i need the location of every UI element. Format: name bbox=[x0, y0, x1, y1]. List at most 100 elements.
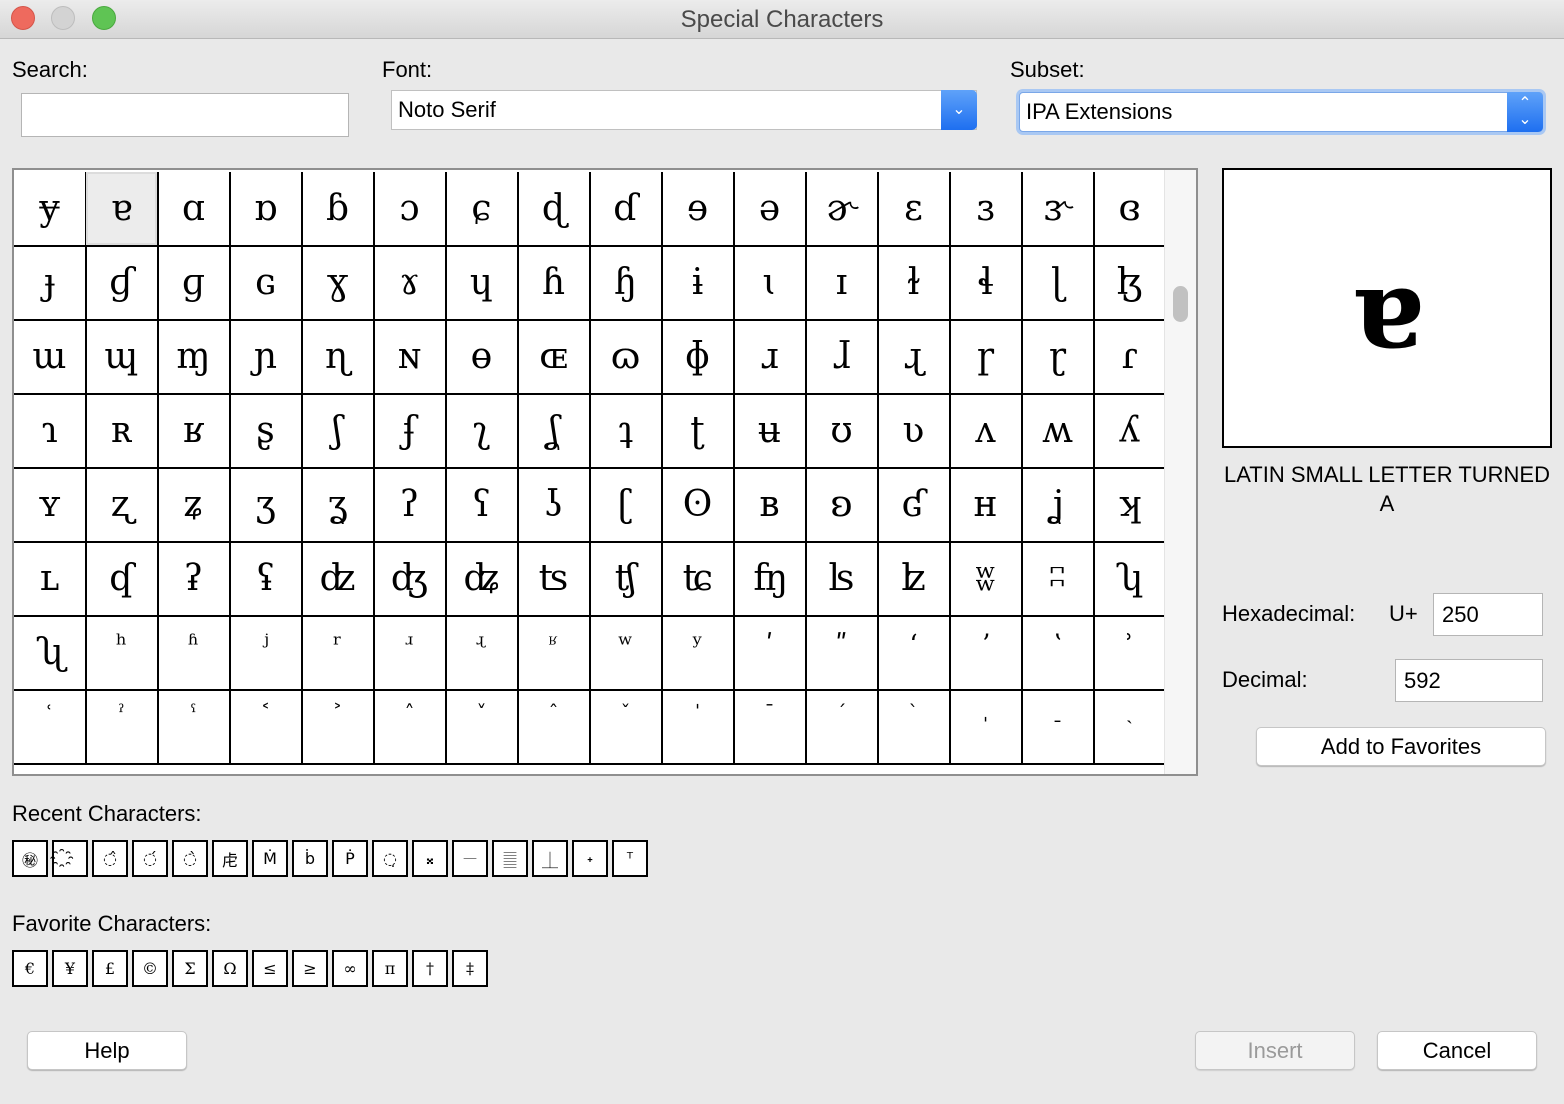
character-cell[interactable]: ʨ bbox=[662, 542, 735, 617]
character-grid[interactable]: ɏɐɑɒɓɔɕɖɗɘəɚɛɜɝɞ ɟɠɡɢɣɤɥɦɧɨɩɪɫɬɭɮ ɯɰɱɲɳɴɵɶ… bbox=[12, 168, 1198, 776]
character-cell[interactable]: ˌ bbox=[950, 690, 1023, 765]
character-cell[interactable]: ʠ bbox=[86, 542, 159, 617]
character-cell[interactable]: ɲ bbox=[230, 320, 303, 395]
character-cell[interactable]: ɐ bbox=[86, 172, 159, 247]
character-cell[interactable]: ʲ bbox=[230, 616, 303, 691]
hex-input[interactable]: 250 bbox=[1433, 593, 1543, 636]
recent-character[interactable]: 𝄖 bbox=[452, 840, 488, 877]
favorite-character[interactable]: Σ bbox=[172, 950, 208, 987]
character-cell[interactable]: ʭ bbox=[1022, 542, 1095, 617]
character-cell[interactable]: ʡ bbox=[158, 542, 231, 617]
character-cell[interactable]: ʦ bbox=[518, 542, 591, 617]
character-cell[interactable]: ʢ bbox=[230, 542, 303, 617]
recent-character[interactable]: ◌̣ bbox=[372, 840, 408, 877]
character-cell[interactable]: ʍ bbox=[1022, 394, 1095, 469]
character-cell[interactable]: ʜ bbox=[950, 468, 1023, 543]
character-cell[interactable]: ʻ bbox=[878, 616, 951, 691]
character-cell[interactable]: ʁ bbox=[158, 394, 231, 469]
character-cell[interactable]: ɒ bbox=[230, 172, 303, 247]
decimal-input[interactable]: 592 bbox=[1395, 659, 1543, 702]
character-cell[interactable]: ˊ bbox=[806, 690, 879, 765]
grid-scrollbar-thumb[interactable] bbox=[1173, 286, 1188, 322]
character-cell[interactable]: ɪ bbox=[806, 246, 879, 321]
recent-character[interactable]: Ṗ bbox=[332, 840, 368, 877]
favorite-character[interactable]: Ω bbox=[212, 950, 248, 987]
character-cell[interactable]: ɶ bbox=[518, 320, 591, 395]
character-cell[interactable]: ɟ bbox=[14, 246, 87, 321]
character-cell[interactable]: ʬ bbox=[950, 542, 1023, 617]
character-cell[interactable]: ˄ bbox=[374, 690, 447, 765]
up-down-chevron-icon[interactable]: ⌃ ⌄ bbox=[1507, 92, 1543, 132]
character-cell[interactable]: ʃ bbox=[302, 394, 375, 469]
character-cell[interactable]: ʥ bbox=[446, 542, 519, 617]
character-cell[interactable]: ˋ bbox=[878, 690, 951, 765]
character-cell[interactable]: ɷ bbox=[590, 320, 663, 395]
character-cell[interactable]: ɞ bbox=[1094, 172, 1167, 247]
character-cell[interactable]: ʌ bbox=[950, 394, 1023, 469]
character-cell[interactable]: ʣ bbox=[302, 542, 375, 617]
character-cell[interactable]: ˍ bbox=[1022, 690, 1095, 765]
character-cell[interactable]: ʹ bbox=[734, 616, 807, 691]
favorite-character[interactable]: ≤ bbox=[252, 950, 288, 987]
character-cell[interactable]: ˁ bbox=[158, 690, 231, 765]
character-cell[interactable]: ʏ bbox=[14, 468, 87, 543]
character-cell[interactable]: ʅ bbox=[446, 394, 519, 469]
recent-character[interactable]: 𝄛 bbox=[492, 840, 528, 877]
favorite-character[interactable]: ‡ bbox=[452, 950, 488, 987]
character-cell[interactable]: ɠ bbox=[86, 246, 159, 321]
character-cell[interactable]: ɯ bbox=[14, 320, 87, 395]
character-cell[interactable]: ɹ bbox=[734, 320, 807, 395]
character-cell[interactable]: ʉ bbox=[734, 394, 807, 469]
chevron-down-icon[interactable]: ⌄ bbox=[941, 90, 977, 130]
favorite-character[interactable]: ¥ bbox=[52, 950, 88, 987]
character-cell[interactable]: ʱ bbox=[158, 616, 231, 691]
character-cell[interactable]: ɦ bbox=[518, 246, 591, 321]
character-cell[interactable]: ʸ bbox=[662, 616, 735, 691]
character-cell[interactable]: ɺ bbox=[806, 320, 879, 395]
favorite-character[interactable]: ≥ bbox=[292, 950, 328, 987]
character-cell[interactable]: ɏ bbox=[14, 172, 87, 247]
character-cell[interactable]: ʧ bbox=[590, 542, 663, 617]
favorite-character[interactable]: € bbox=[12, 950, 48, 987]
character-cell[interactable]: ʎ bbox=[1094, 394, 1167, 469]
character-cell[interactable]: ɜ bbox=[950, 172, 1023, 247]
character-cell[interactable]: ɡ bbox=[158, 246, 231, 321]
character-cell[interactable]: ʮ bbox=[1094, 542, 1167, 617]
character-cell[interactable]: ˃ bbox=[302, 690, 375, 765]
character-cell[interactable]: ʞ bbox=[1094, 468, 1167, 543]
character-cell[interactable]: ɸ bbox=[662, 320, 735, 395]
character-cell[interactable]: ʇ bbox=[590, 394, 663, 469]
character-cell[interactable]: ɛ bbox=[878, 172, 951, 247]
favorite-character[interactable]: © bbox=[132, 950, 168, 987]
character-cell[interactable]: ɘ bbox=[662, 172, 735, 247]
character-cell[interactable]: ʚ bbox=[806, 468, 879, 543]
character-cell[interactable]: ɔ bbox=[374, 172, 447, 247]
character-cell[interactable]: ʊ bbox=[806, 394, 879, 469]
character-cell[interactable]: ɤ bbox=[374, 246, 447, 321]
character-cell[interactable]: ə bbox=[734, 172, 807, 247]
character-cell[interactable]: ɭ bbox=[1022, 246, 1095, 321]
character-cell[interactable]: ɮ bbox=[1094, 246, 1167, 321]
character-cell[interactable]: ʿ bbox=[14, 690, 87, 765]
character-cell[interactable]: ʈ bbox=[662, 394, 735, 469]
character-cell[interactable]: ʖ bbox=[518, 468, 591, 543]
character-cell[interactable]: ʆ bbox=[518, 394, 591, 469]
font-select[interactable]: Noto Serif ⌄ bbox=[391, 90, 977, 130]
recent-character[interactable]: ◌̂ bbox=[92, 840, 128, 877]
recent-character[interactable]: ˖ bbox=[572, 840, 608, 877]
character-cell[interactable]: ɳ bbox=[302, 320, 375, 395]
character-cell[interactable]: ʾ bbox=[1094, 616, 1167, 691]
character-cell[interactable]: ʩ bbox=[734, 542, 807, 617]
recent-character[interactable]: ◌́ bbox=[132, 840, 168, 877]
character-cell[interactable]: ɻ bbox=[878, 320, 951, 395]
character-cell[interactable]: ɖ bbox=[518, 172, 591, 247]
character-cell[interactable]: ʔ bbox=[374, 468, 447, 543]
character-cell[interactable]: ʛ bbox=[878, 468, 951, 543]
character-cell[interactable]: ʙ bbox=[734, 468, 807, 543]
recent-character[interactable]: ᵀ bbox=[612, 840, 648, 877]
character-cell[interactable]: ɱ bbox=[158, 320, 231, 395]
character-cell[interactable]: ʤ bbox=[374, 542, 447, 617]
character-cell[interactable]: ʽ bbox=[1022, 616, 1095, 691]
character-cell[interactable]: ʐ bbox=[86, 468, 159, 543]
character-cell[interactable]: ɥ bbox=[446, 246, 519, 321]
